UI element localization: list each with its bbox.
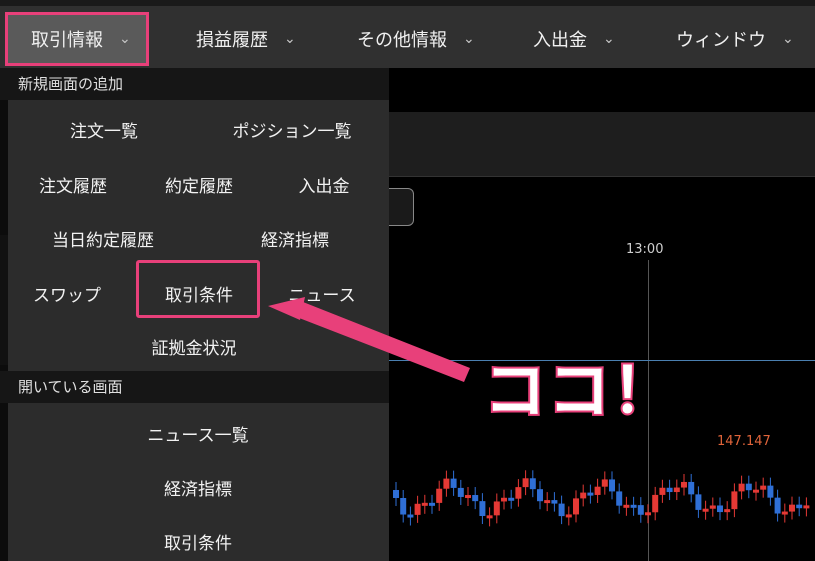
arrow-shaft [294, 300, 470, 382]
pointer-arrow [268, 297, 470, 382]
callout-text: ココ！ [482, 352, 677, 429]
